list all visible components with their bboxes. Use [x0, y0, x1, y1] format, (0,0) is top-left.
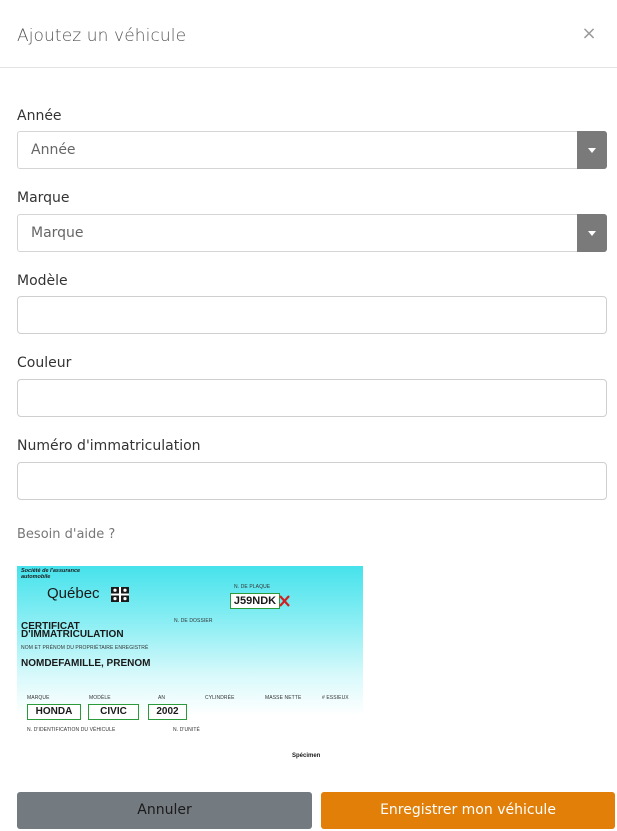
marque-value-box: HONDA	[27, 704, 81, 720]
help-link[interactable]: Besoin d'aide ?	[17, 527, 115, 542]
immatriculation-label: Numéro d'immatriculation	[17, 438, 201, 454]
vin-label: N. D'IDENTIFICATION DU VÉHICULE	[27, 727, 116, 733]
col-marque-label: MARQUE	[27, 695, 50, 701]
plate-number-box: J59NDK	[230, 593, 280, 609]
quebec-flag-icon	[111, 587, 129, 602]
close-icon[interactable]: ×	[579, 24, 599, 44]
unit-label: N. D'UNITÉ	[173, 727, 200, 733]
province-name: Québec	[47, 585, 100, 602]
immatriculation-input[interactable]	[17, 462, 607, 500]
plate-label: N. DE PLAQUE	[234, 584, 271, 590]
modal-title: Ajoutez un véhicule	[17, 26, 187, 46]
col-modele-label: MODÈLE	[89, 695, 111, 701]
modele-input[interactable]	[17, 296, 607, 334]
annee-label: Année	[17, 108, 62, 124]
chevron-down-icon[interactable]	[577, 214, 607, 252]
issuer-line2: automobile	[21, 574, 51, 580]
certificate-title-line2: D'IMMATRICULATION	[21, 629, 124, 640]
couleur-input[interactable]	[17, 379, 607, 417]
col-masse-label: MASSE NETTE	[265, 695, 302, 701]
col-an-label: AN	[158, 695, 166, 701]
col-essieux-label: # ESSIEUX	[322, 695, 349, 701]
modele-value-box: CIVIC	[88, 704, 139, 720]
chevron-down-icon[interactable]	[577, 131, 607, 169]
modele-label: Modèle	[17, 273, 68, 289]
plate-number: J59NDK	[233, 595, 277, 607]
save-vehicle-button[interactable]: Enregistrer mon véhicule	[321, 792, 615, 829]
marque-label: Marque	[17, 190, 70, 206]
col-cylindree-label: CYLINDRÉE	[205, 695, 235, 701]
an-value-box: 2002	[148, 704, 187, 720]
file-number-label: N. DE DOSSIER	[174, 618, 213, 624]
owner-name: NOMDEFAMILLE, PRENOM	[21, 658, 151, 669]
cross-mark-icon	[279, 595, 290, 607]
registration-certificate-sample: Société de l'assurance automobile Québec…	[17, 566, 363, 765]
marque-value: HONDA	[35, 706, 73, 717]
modele-value: CIVIC	[100, 706, 127, 717]
annee-select-value: Année	[31, 142, 76, 158]
marque-select-value: Marque	[31, 225, 84, 241]
an-value: 2002	[156, 706, 179, 717]
annee-select[interactable]: Année	[17, 131, 607, 169]
couleur-label: Couleur	[17, 355, 72, 371]
marque-select[interactable]: Marque	[17, 214, 607, 252]
specimen-mark: Spécimen	[292, 753, 321, 759]
cancel-button[interactable]: Annuler	[17, 792, 312, 829]
modal-header: Ajoutez un véhicule ×	[0, 0, 617, 68]
owner-label: NOM ET PRÉNOM DU PROPRIÉTAIRE ENREGISTRÉ	[21, 645, 149, 651]
